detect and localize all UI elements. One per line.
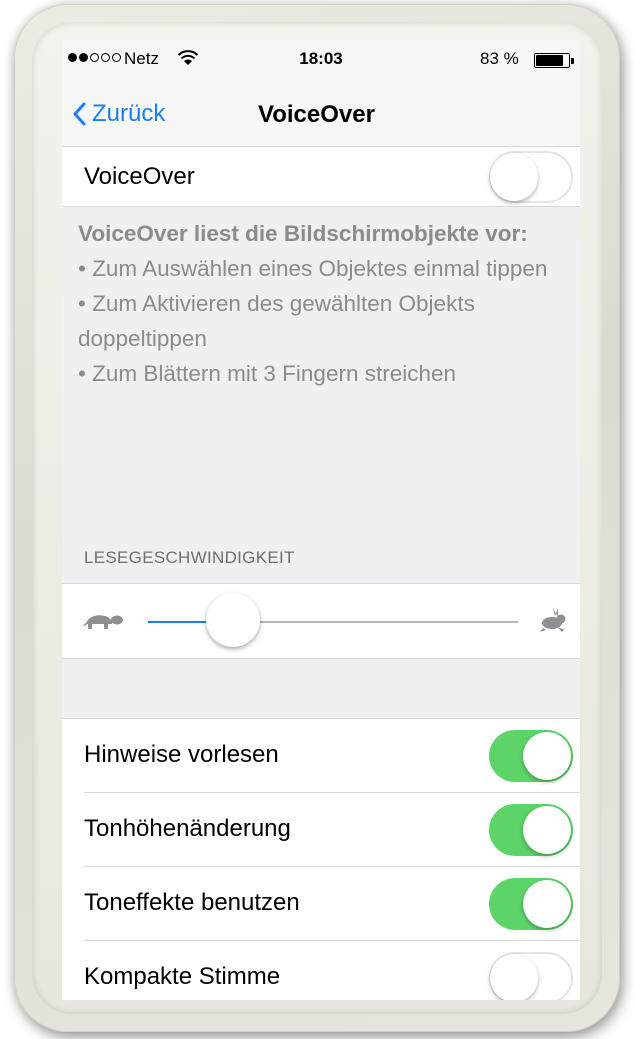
settings-row[interactable]: Hinweise vorlesen [62,719,580,793]
settings-list: Hinweise vorlesen Tonhöhenänderung Toneffe… [62,718,580,1000]
speaking-rate-slider-thumb[interactable] [206,593,261,647]
description-line: • Zum Blättern mit 3 Fingern streichen [78,361,457,386]
phone-screen: Netz 18:03 83 % Zurück VoiceOver VoiceOv… [62,40,580,1000]
description-heading: VoiceOver liest die Bildschirmobjekte vo… [78,221,528,246]
battery-percent: 83 % [480,49,519,68]
battery-icon [534,53,574,68]
settings-row[interactable]: Kompakte Stimme [62,941,580,1000]
slider-track[interactable] [233,621,518,623]
navigation-bar: Zurück VoiceOver [62,80,580,147]
status-bar: Netz 18:03 83 % [62,40,580,80]
chevron-left-icon [73,102,86,126]
voiceover-description: VoiceOver liest die Bildschirmobjekte vo… [78,216,574,391]
settings-toggle[interactable] [489,804,573,856]
settings-row-label: Tonhöhenänderung [84,815,291,842]
back-button[interactable]: Zurück [72,100,165,128]
settings-row[interactable]: Tonhöhenänderung [62,793,580,867]
page-title: VoiceOver [258,101,375,128]
settings-row-label: Kompakte Stimme [84,963,281,990]
voiceover-toggle[interactable] [489,151,573,203]
settings-toggle[interactable] [489,878,573,930]
settings-toggle[interactable] [489,952,573,1000]
turtle-icon [82,615,123,629]
settings-row[interactable]: Toneffekte benutzen [62,867,580,941]
settings-toggle[interactable] [489,730,573,782]
description-line: • Zum Aktivieren des gewählten Objekts d… [78,291,475,351]
voiceover-row[interactable]: VoiceOver [62,147,580,207]
settings-row-label: Hinweise vorlesen [84,741,279,768]
description-line: • Zum Auswählen eines Objektes einmal ti… [78,256,548,281]
section-header-speaking-rate: LESEGESCHWINDIGKEIT [84,548,295,567]
speaking-rate-row [62,583,580,659]
hare-icon [540,608,566,632]
settings-row-label: Toneffekte benutzen [84,889,300,916]
voiceover-label: VoiceOver [84,163,195,190]
back-button-label: Zurück [92,100,166,127]
